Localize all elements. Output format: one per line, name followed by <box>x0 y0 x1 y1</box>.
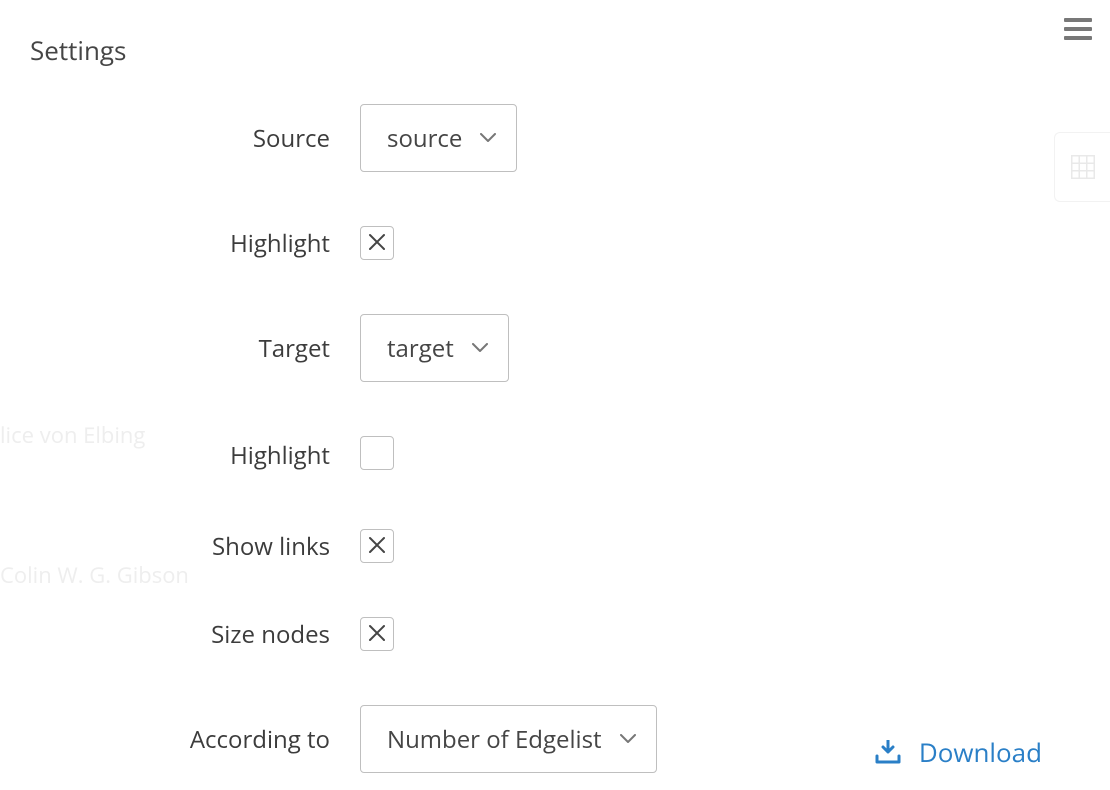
highlight-target-label: Highlight <box>30 439 360 472</box>
caret-down-icon <box>480 133 496 143</box>
source-select[interactable]: source <box>360 104 517 172</box>
show-links-checkbox[interactable] <box>360 529 394 563</box>
source-select-value: source <box>387 122 462 155</box>
caret-down-icon <box>620 734 636 744</box>
source-label: Source <box>30 122 360 155</box>
x-icon <box>368 231 386 255</box>
download-icon <box>875 740 901 764</box>
caret-down-icon <box>472 343 488 353</box>
target-select-value: target <box>387 332 454 365</box>
highlight-source-checkbox[interactable] <box>360 226 394 260</box>
x-icon <box>368 622 386 646</box>
settings-panel: Settings Source source Highlight Target <box>0 0 1110 790</box>
according-to-select[interactable]: Number of Edgelist <box>360 705 657 773</box>
size-nodes-label: Size nodes <box>30 618 360 651</box>
menu-hamburger-icon[interactable] <box>1064 18 1092 40</box>
according-to-label: According to <box>30 723 360 756</box>
size-nodes-checkbox[interactable] <box>360 617 394 651</box>
download-label: Download <box>919 734 1042 770</box>
target-select[interactable]: target <box>360 314 509 382</box>
x-icon <box>368 534 386 558</box>
highlight-source-label: Highlight <box>30 227 360 260</box>
show-links-label: Show links <box>30 530 360 563</box>
target-label: Target <box>30 332 360 365</box>
download-button[interactable]: Download <box>875 734 1042 770</box>
highlight-target-checkbox[interactable] <box>360 436 394 470</box>
panel-title: Settings <box>30 32 1070 68</box>
according-to-select-value: Number of Edgelist <box>387 723 602 756</box>
